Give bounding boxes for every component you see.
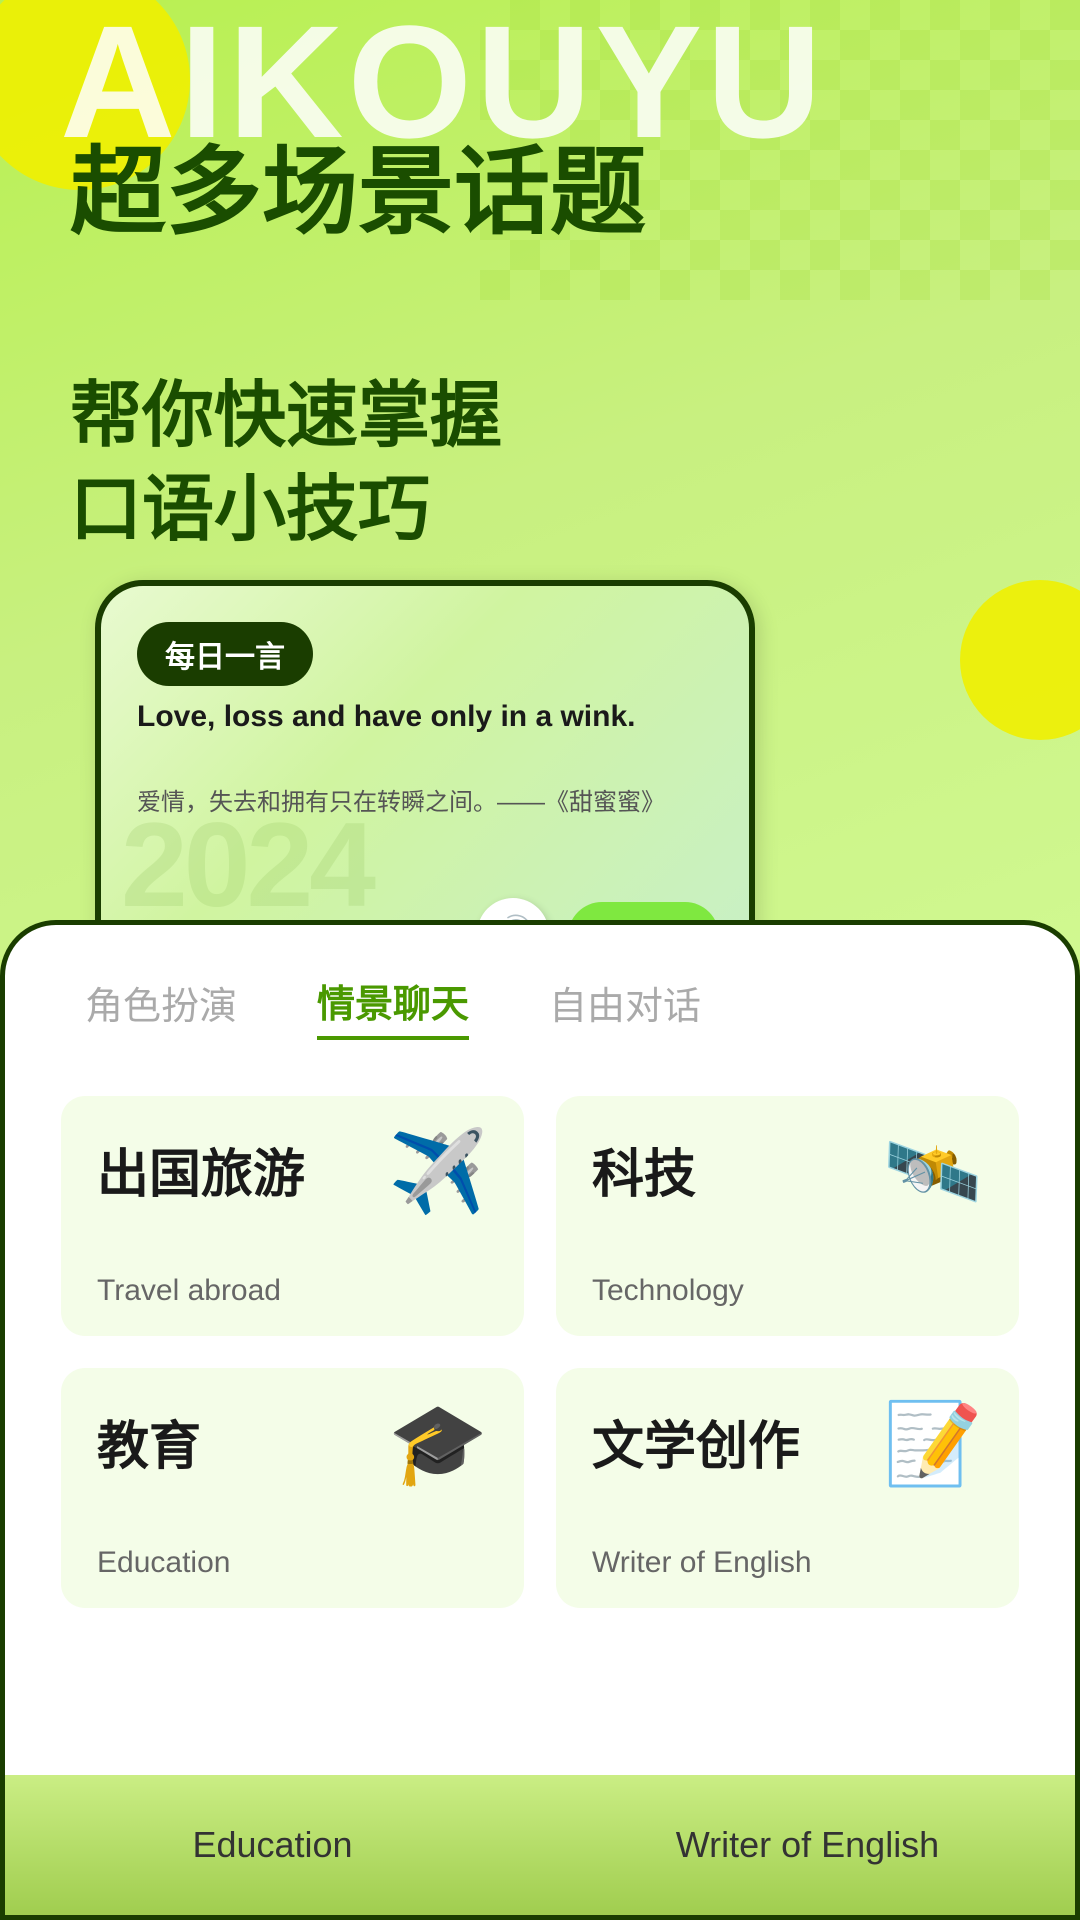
- category-cn-education: 教育: [97, 1404, 201, 1479]
- graduation-icon: 🎓: [388, 1404, 488, 1484]
- bottom-strip-writer: Writer of English: [540, 1775, 1075, 1915]
- category-header-writing: 文学创作 📝: [592, 1404, 983, 1484]
- bottom-strip-education: Education: [5, 1775, 540, 1915]
- tab-scene-chat[interactable]: 情景聊天: [317, 973, 469, 1040]
- tab-role-play[interactable]: 角色扮演: [85, 975, 237, 1038]
- daily-badge: 每日一言: [137, 622, 313, 686]
- satellite-icon: 🛰️: [883, 1132, 983, 1212]
- category-en-writing: Writer of English: [592, 1546, 983, 1580]
- year-watermark: 2024: [121, 796, 372, 934]
- category-en-travel: Travel abroad: [97, 1274, 488, 1308]
- category-en-education: Education: [97, 1546, 488, 1580]
- top-section: AIKOUYU 超多场景话题 帮你快速掌握 口语小技巧 每日一言 Love, l…: [0, 0, 1080, 960]
- quote-english: Love, loss and have only in a wink.: [137, 696, 713, 738]
- category-card-travel[interactable]: 出国旅游 ✈️ Travel abroad: [61, 1096, 524, 1336]
- bottom-strip: Education Writer of English: [5, 1775, 1075, 1915]
- sub-heading-line1: 帮你快速掌握: [70, 370, 502, 464]
- airplane-icon: ✈️: [388, 1132, 488, 1212]
- category-cn-writing: 文学创作: [592, 1404, 800, 1479]
- category-cn-travel: 出国旅游: [97, 1132, 305, 1207]
- tabs-row: 角色扮演 情景聊天 自由对话: [5, 925, 1075, 1060]
- category-cn-technology: 科技: [592, 1132, 696, 1207]
- category-card-technology[interactable]: 科技 🛰️ Technology: [556, 1096, 1019, 1336]
- main-heading: 超多场景话题: [70, 140, 646, 246]
- category-header-travel: 出国旅游 ✈️: [97, 1132, 488, 1212]
- sub-heading: 帮你快速掌握 口语小技巧: [70, 370, 502, 557]
- writing-icon: 📝: [883, 1404, 983, 1484]
- category-header-technology: 科技 🛰️: [592, 1132, 983, 1212]
- category-grid: 出国旅游 ✈️ Travel abroad 科技 🛰️ Technology 教…: [5, 1080, 1075, 1624]
- category-header-education: 教育 🎓: [97, 1404, 488, 1484]
- phone-mockup-card: 每日一言 Love, loss and have only in a wink.…: [95, 580, 755, 960]
- category-card-education[interactable]: 教育 🎓 Education: [61, 1368, 524, 1608]
- bottom-panel: 角色扮演 情景聊天 自由对话 出国旅游 ✈️ Travel abroad 科技 …: [0, 920, 1080, 1920]
- category-en-technology: Technology: [592, 1274, 983, 1308]
- yellow-blob-right-mid: [960, 580, 1080, 740]
- sub-heading-line2: 口语小技巧: [70, 464, 502, 558]
- category-card-writing[interactable]: 文学创作 📝 Writer of English: [556, 1368, 1019, 1608]
- tab-free-talk[interactable]: 自由对话: [549, 975, 701, 1038]
